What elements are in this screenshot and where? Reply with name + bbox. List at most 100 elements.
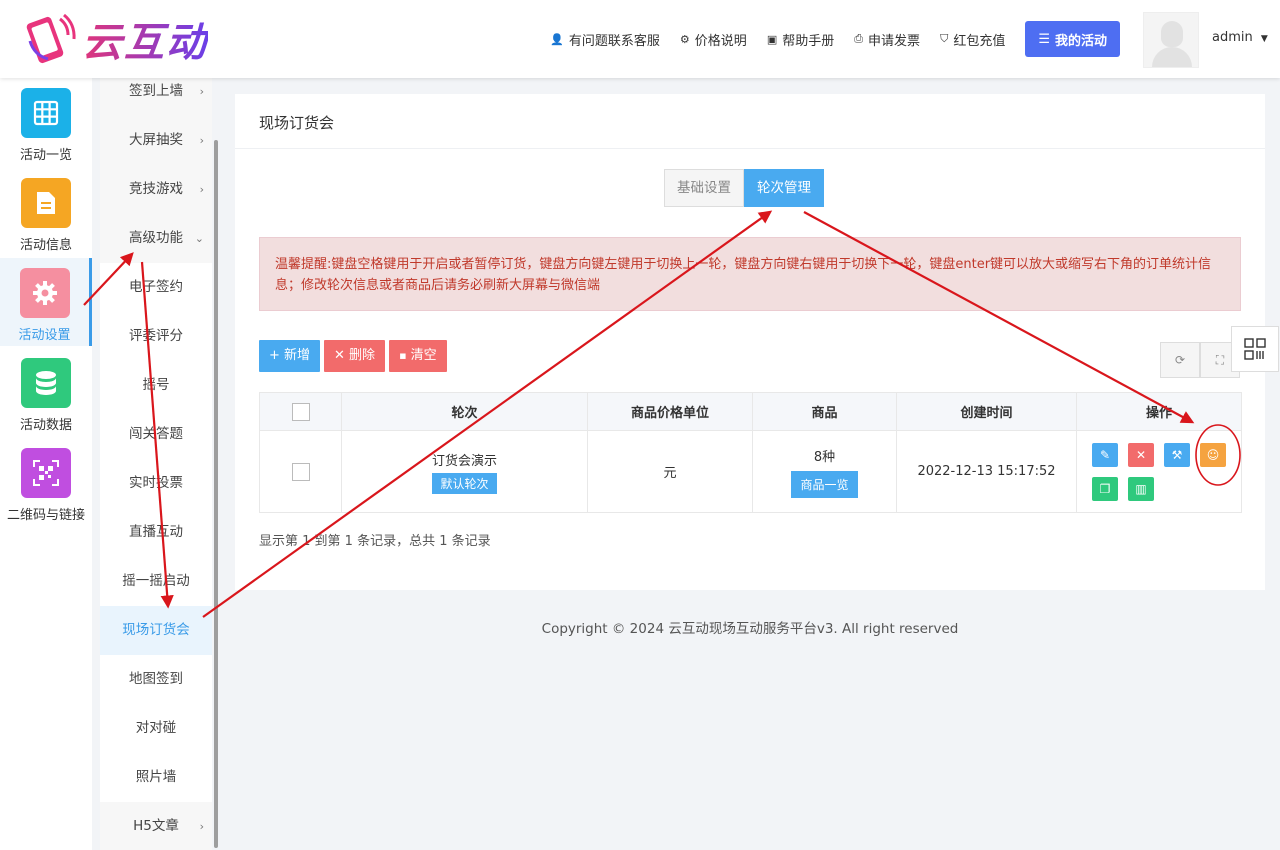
chevron-right-icon: ›	[199, 85, 204, 98]
actions-cell: ✎ ✕ ⚒ ☺ ❐ ▥	[1076, 430, 1242, 513]
submenu-checkin-wall[interactable]: 签到上墙 ›	[100, 78, 212, 116]
delete-icon[interactable]: ✕	[1128, 442, 1154, 467]
trash-icon: ▪	[399, 349, 407, 362]
tab-round-management[interactable]: 轮次管理	[744, 169, 824, 207]
database-icon	[21, 358, 71, 408]
select-all-checkbox[interactable]	[291, 402, 310, 421]
rail-item-qrcode-links[interactable]: 二维码与链接	[0, 438, 92, 526]
pagination-info: 显示第 1 到第 1 条记录，总共 1 条记录	[259, 534, 491, 549]
round-name: 订货会演示	[431, 453, 497, 469]
submenu-competitive-games[interactable]: 竞技游戏 ›	[100, 165, 212, 214]
tab-basic-settings[interactable]: 基础设置	[664, 169, 744, 207]
nav-label: 帮助手册	[782, 33, 835, 49]
grid-icon	[21, 88, 71, 138]
edit-icon[interactable]: ✎	[1092, 442, 1118, 467]
qrcode-icon	[21, 448, 71, 498]
phone-logo-icon	[20, 11, 78, 67]
add-button[interactable]: + 新增	[259, 340, 321, 372]
user-menu[interactable]: admin ▼	[1212, 30, 1268, 45]
submenu-live-voting[interactable]: 实时投票	[100, 459, 212, 508]
chevron-right-icon: ›	[199, 134, 204, 147]
gear-icon: ⚙	[679, 32, 690, 46]
submenu-e-signing[interactable]: 电子签约	[100, 263, 212, 312]
nav-label: 申请发票	[868, 33, 921, 49]
delete-button[interactable]: ✕ 删除	[324, 340, 386, 372]
row-actions: ✎ ✕ ⚒ ☺ ❐ ▥	[1092, 442, 1226, 501]
submenu-order-fair[interactable]: 现场订货会	[100, 606, 212, 655]
page-title: 现场订货会	[259, 114, 335, 132]
book-icon: ▣	[766, 32, 778, 46]
brand-name: 云互动	[82, 10, 208, 68]
top-nav: 👤 有问题联系客服 ⚙ 价格说明 ▣ 帮助手册 ⎙ 申请发票 ⛉ 红包充值 ☰ …	[530, 20, 1120, 58]
row-checkbox[interactable]	[291, 462, 310, 481]
nav-recharge[interactable]: ⛉ 红包充值	[940, 30, 1005, 49]
gear-icon	[19, 268, 70, 318]
cta-label: 我的活动	[1054, 33, 1107, 49]
rail-item-activity-list[interactable]: 活动一览	[0, 78, 92, 166]
nav-invoice[interactable]: ⎙ 申请发票	[854, 30, 920, 49]
submenu-scrollbar[interactable]	[214, 140, 218, 848]
table-tools: ⟳ ⛶	[1160, 342, 1240, 378]
caret-down-icon: ▼	[1260, 34, 1268, 44]
warning-alert: 温馨提醒:键盘空格键用于开启或者暂停订货，键盘方向键左键用于切换上一轮，键盘方向…	[259, 237, 1241, 311]
select-all-cell	[259, 392, 342, 431]
row-select-cell	[259, 430, 342, 513]
list-icon: ☰	[1038, 31, 1050, 47]
user-name: admin	[1212, 30, 1253, 45]
submenu-live-interaction[interactable]: 直播互动	[100, 508, 212, 557]
rail-label: 活动一览	[19, 148, 72, 163]
rail-item-activity-info[interactable]: 活动信息	[0, 168, 92, 256]
nav-label: 红包充值	[953, 33, 1006, 49]
rail-item-activity-settings[interactable]: 活动设置	[0, 258, 92, 346]
col-goods: 商品	[752, 392, 897, 431]
nav-pricing[interactable]: ⚙ 价格说明	[680, 30, 747, 49]
col-actions: 操作	[1076, 392, 1242, 431]
clear-button[interactable]: ▪ 清空	[389, 340, 447, 372]
my-activities-button[interactable]: ☰ 我的活动	[1025, 21, 1120, 57]
nav-contact-support[interactable]: 👤 有问题联系客服	[550, 30, 660, 49]
goods-cell: 8种 商品一览	[752, 430, 897, 513]
sub-menu: 签到上墙 › 大屏抽奖 › 竞技游戏 › 高级功能 ⌄ 电子签约 评委评分 摇号 闯关答…	[100, 78, 212, 850]
rail-label: 二维码与链接	[6, 508, 85, 523]
table-row: 订货会演示 默认轮次 元 8种 商品一览 2022-12-13 15:17:52…	[259, 430, 1242, 513]
submenu-number-draw[interactable]: 摇号	[100, 361, 212, 410]
submenu-map-checkin[interactable]: 地图签到	[100, 655, 212, 704]
tab-bar: 基础设置 轮次管理	[664, 169, 824, 207]
chevron-right-icon: ›	[199, 820, 204, 833]
top-header: 云互动 👤 有问题联系客服 ⚙ 价格说明 ▣ 帮助手册 ⎙ 申请发票 ⛉ 红包充…	[0, 0, 1280, 78]
col-round: 轮次	[341, 392, 588, 431]
main-card: 现场订货会 基础设置 轮次管理 温馨提醒:键盘空格键用于开启或者暂停订货，键盘方…	[235, 94, 1265, 590]
submenu-big-screen-lottery[interactable]: 大屏抽奖 ›	[100, 116, 212, 165]
rail-label: 活动设置	[18, 328, 71, 343]
qrcode-icon	[1244, 338, 1266, 360]
rail-label: 活动数据	[19, 418, 72, 433]
submenu-quiz[interactable]: 闯关答题	[100, 410, 212, 459]
floating-qrcode-button[interactable]	[1231, 326, 1279, 372]
submenu-h5-article[interactable]: H5文章 ›	[100, 802, 212, 850]
rail-item-activity-data[interactable]: 活动数据	[0, 348, 92, 436]
copy-icon[interactable]: ❐	[1092, 476, 1118, 501]
created-time-cell: 2022-12-13 15:17:52	[896, 430, 1077, 513]
submenu-advanced-features[interactable]: 高级功能 ⌄	[100, 214, 212, 263]
submenu-judge-scoring[interactable]: 评委评分	[100, 312, 212, 361]
avatar[interactable]	[1143, 12, 1199, 68]
columns-icon[interactable]: ▥	[1128, 476, 1154, 501]
user-plus-icon: 👤	[550, 32, 564, 46]
gavel-icon[interactable]: ⚒	[1164, 442, 1190, 467]
refresh-icon[interactable]: ⟳	[1160, 342, 1200, 378]
submenu-shake-start[interactable]: 摇一摇启动	[100, 557, 212, 606]
chevron-down-icon: ⌄	[194, 232, 204, 245]
toolbar: + 新增 ✕ 删除 ▪ 清空	[259, 340, 451, 372]
submenu-photo-wall[interactable]: 照片墙	[100, 753, 212, 802]
submenu-match-pairs[interactable]: 对对碰	[100, 704, 212, 753]
user-icon[interactable]: ☺	[1200, 442, 1226, 467]
goods-count: 8种	[813, 449, 836, 465]
price-unit-cell: 元	[587, 430, 753, 513]
nav-label: 有问题联系客服	[568, 33, 660, 49]
default-round-badge: 默认轮次	[432, 472, 497, 494]
printer-icon: ⎙	[854, 32, 864, 45]
goods-list-button[interactable]: 商品一览	[791, 470, 858, 498]
brand-logo[interactable]: 云互动	[20, 10, 208, 68]
nav-help-manual[interactable]: ▣ 帮助手册	[767, 30, 834, 49]
col-price-unit: 商品价格单位	[587, 392, 753, 431]
